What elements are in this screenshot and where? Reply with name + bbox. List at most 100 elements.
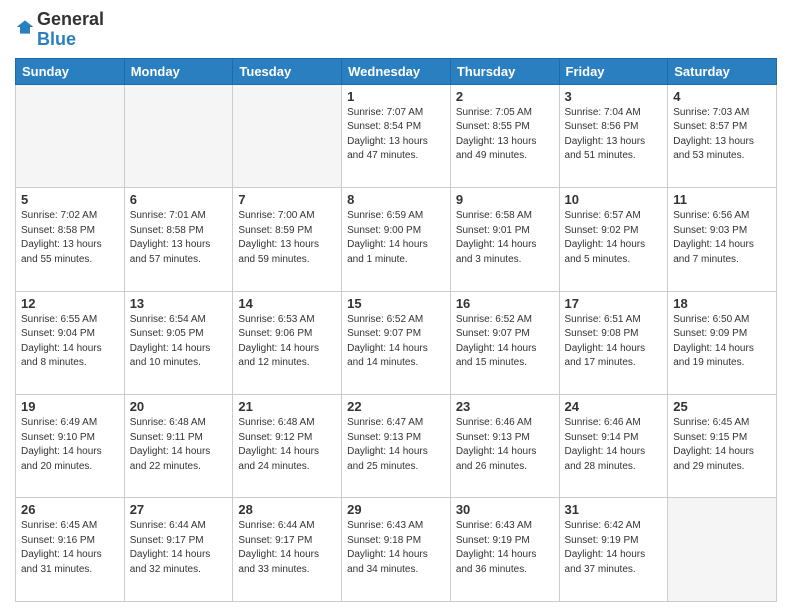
day-number: 5 (21, 192, 119, 207)
day-number: 23 (456, 399, 554, 414)
page: General Blue SundayMondayTuesdayWednesda… (0, 0, 792, 612)
day-info: Sunrise: 6:52 AMSunset: 9:07 PMDaylight:… (456, 313, 554, 371)
logo-text: General Blue (37, 10, 104, 50)
day-number: 21 (238, 399, 336, 414)
weekday-header-wednesday: Wednesday (342, 58, 451, 84)
calendar-cell: 22Sunrise: 6:47 AMSunset: 9:13 PMDayligh… (342, 395, 451, 498)
calendar-cell: 13 Sunrise: 6:54 AMSunset: 9:05 PMDayligh… (124, 291, 233, 394)
calendar-cell: 5 Sunrise: 7:02 AMSunset: 8:58 PMDaylight… (16, 188, 125, 291)
day-info: Sunrise: 7:05 AMSunset: 8:55 PMDaylight:… (456, 106, 554, 164)
weekday-header-monday: Monday (124, 58, 233, 84)
day-number: 8 (347, 192, 445, 207)
day-info: Sunrise: 6:59 AMSunset: 9:00 PMDaylight:… (347, 209, 445, 267)
calendar-cell: 25 Sunrise: 6:45 AMSunset: 9:15 PMDayligh… (668, 395, 777, 498)
day-number: 27 (130, 502, 228, 517)
calendar-cell: 20Sunrise: 6:48 AMSunset: 9:11 PMDayligh… (124, 395, 233, 498)
day-info: Sunrise: 6:57 AMSunset: 9:02 PMDaylight:… (565, 209, 663, 267)
day-info: Sunrise: 6:53 AMSunset: 9:06 PMDaylight:… (238, 313, 336, 371)
day-number: 17 (565, 296, 663, 311)
calendar-week-3: 12 Sunrise: 6:55 AMSunset: 9:04 PMDayligh… (16, 291, 777, 394)
calendar-cell: 11Sunrise: 6:56 AMSunset: 9:03 PMDayligh… (668, 188, 777, 291)
day-info: Sunrise: 6:51 AMSunset: 9:08 PMDaylight:… (565, 313, 663, 371)
day-info: Sunrise: 6:44 AMSunset: 9:17 PMDaylight:… (238, 519, 336, 577)
day-info: Sunrise: 6:43 AMSunset: 9:18 PMDaylight:… (347, 519, 445, 577)
weekday-header-row: SundayMondayTuesdayWednesdayThursdayFrid… (16, 58, 777, 84)
calendar-week-5: 26 Sunrise: 6:45 AMSunset: 9:16 PMDayligh… (16, 498, 777, 602)
calendar-cell: 12 Sunrise: 6:55 AMSunset: 9:04 PMDayligh… (16, 291, 125, 394)
day-info: Sunrise: 6:47 AMSunset: 9:13 PMDaylight:… (347, 416, 445, 474)
day-info: Sunrise: 6:45 AMSunset: 9:15 PMDaylight:… (673, 416, 771, 474)
day-info: Sunrise: 6:52 AMSunset: 9:07 PMDaylight:… (347, 313, 445, 371)
day-number: 2 (456, 89, 554, 104)
day-info: Sunrise: 7:01 AMSunset: 8:58 PMDaylight:… (130, 209, 228, 267)
calendar-cell (16, 84, 125, 187)
day-number: 12 (21, 296, 119, 311)
calendar-cell: 8 Sunrise: 6:59 AMSunset: 9:00 PMDaylight… (342, 188, 451, 291)
day-info: Sunrise: 6:42 AMSunset: 9:19 PMDaylight:… (565, 519, 663, 577)
weekday-header-saturday: Saturday (668, 58, 777, 84)
day-info: Sunrise: 7:02 AMSunset: 8:58 PMDaylight:… (21, 209, 119, 267)
calendar-cell: 15 Sunrise: 6:52 AMSunset: 9:07 PMDayligh… (342, 291, 451, 394)
calendar-cell: 2 Sunrise: 7:05 AMSunset: 8:55 PMDaylight… (450, 84, 559, 187)
day-info: Sunrise: 6:46 AMSunset: 9:13 PMDaylight:… (456, 416, 554, 474)
weekday-header-tuesday: Tuesday (233, 58, 342, 84)
day-number: 26 (21, 502, 119, 517)
day-number: 15 (347, 296, 445, 311)
calendar-table: SundayMondayTuesdayWednesdayThursdayFrid… (15, 58, 777, 602)
calendar-cell: 9 Sunrise: 6:58 AMSunset: 9:01 PMDaylight… (450, 188, 559, 291)
calendar-week-1: 1Sunrise: 7:07 AMSunset: 8:54 PMDaylight… (16, 84, 777, 187)
calendar-week-4: 19Sunrise: 6:49 AMSunset: 9:10 PMDayligh… (16, 395, 777, 498)
calendar-cell: 10 Sunrise: 6:57 AMSunset: 9:02 PMDayligh… (559, 188, 668, 291)
calendar-cell: 19Sunrise: 6:49 AMSunset: 9:10 PMDayligh… (16, 395, 125, 498)
calendar-cell: 17 Sunrise: 6:51 AMSunset: 9:08 PMDayligh… (559, 291, 668, 394)
calendar-cell: 18Sunrise: 6:50 AMSunset: 9:09 PMDayligh… (668, 291, 777, 394)
day-number: 7 (238, 192, 336, 207)
day-info: Sunrise: 6:44 AMSunset: 9:17 PMDaylight:… (130, 519, 228, 577)
day-number: 30 (456, 502, 554, 517)
day-info: Sunrise: 6:58 AMSunset: 9:01 PMDaylight:… (456, 209, 554, 267)
calendar-cell: 4 Sunrise: 7:03 AMSunset: 8:57 PMDaylight… (668, 84, 777, 187)
day-number: 11 (673, 192, 771, 207)
day-number: 29 (347, 502, 445, 517)
calendar-cell (124, 84, 233, 187)
day-info: Sunrise: 7:07 AMSunset: 8:54 PMDaylight:… (347, 106, 445, 164)
day-info: Sunrise: 7:04 AMSunset: 8:56 PMDaylight:… (565, 106, 663, 164)
day-info: Sunrise: 6:54 AMSunset: 9:05 PMDaylight:… (130, 313, 228, 371)
calendar-cell: 26 Sunrise: 6:45 AMSunset: 9:16 PMDayligh… (16, 498, 125, 602)
calendar-cell: 30 Sunrise: 6:43 AMSunset: 9:19 PMDayligh… (450, 498, 559, 602)
day-number: 24 (565, 399, 663, 414)
calendar-cell: 16 Sunrise: 6:52 AMSunset: 9:07 PMDayligh… (450, 291, 559, 394)
calendar-cell: 28 Sunrise: 6:44 AMSunset: 9:17 PMDayligh… (233, 498, 342, 602)
weekday-header-friday: Friday (559, 58, 668, 84)
day-number: 13 (130, 296, 228, 311)
day-info: Sunrise: 7:00 AMSunset: 8:59 PMDaylight:… (238, 209, 336, 267)
calendar-cell (233, 84, 342, 187)
day-info: Sunrise: 6:46 AMSunset: 9:14 PMDaylight:… (565, 416, 663, 474)
day-number: 28 (238, 502, 336, 517)
day-number: 25 (673, 399, 771, 414)
day-number: 31 (565, 502, 663, 517)
day-number: 14 (238, 296, 336, 311)
day-number: 16 (456, 296, 554, 311)
logo-icon (15, 17, 35, 37)
day-number: 20 (130, 399, 228, 414)
day-number: 10 (565, 192, 663, 207)
day-info: Sunrise: 7:03 AMSunset: 8:57 PMDaylight:… (673, 106, 771, 164)
day-number: 9 (456, 192, 554, 207)
day-info: Sunrise: 6:45 AMSunset: 9:16 PMDaylight:… (21, 519, 119, 577)
calendar-cell: 1Sunrise: 7:07 AMSunset: 8:54 PMDaylight… (342, 84, 451, 187)
weekday-header-sunday: Sunday (16, 58, 125, 84)
calendar-cell: 21 Sunrise: 6:48 AMSunset: 9:12 PMDayligh… (233, 395, 342, 498)
day-info: Sunrise: 6:43 AMSunset: 9:19 PMDaylight:… (456, 519, 554, 577)
calendar-week-2: 5 Sunrise: 7:02 AMSunset: 8:58 PMDaylight… (16, 188, 777, 291)
calendar-cell: 23 Sunrise: 6:46 AMSunset: 9:13 PMDayligh… (450, 395, 559, 498)
day-number: 4 (673, 89, 771, 104)
calendar-cell: 6 Sunrise: 7:01 AMSunset: 8:58 PMDaylight… (124, 188, 233, 291)
day-info: Sunrise: 6:55 AMSunset: 9:04 PMDaylight:… (21, 313, 119, 371)
calendar-cell: 27 Sunrise: 6:44 AMSunset: 9:17 PMDayligh… (124, 498, 233, 602)
day-info: Sunrise: 6:49 AMSunset: 9:10 PMDaylight:… (21, 416, 119, 474)
day-number: 6 (130, 192, 228, 207)
calendar-cell: 7 Sunrise: 7:00 AMSunset: 8:59 PMDaylight… (233, 188, 342, 291)
day-info: Sunrise: 6:48 AMSunset: 9:12 PMDaylight:… (238, 416, 336, 474)
calendar-cell: 29 Sunrise: 6:43 AMSunset: 9:18 PMDayligh… (342, 498, 451, 602)
